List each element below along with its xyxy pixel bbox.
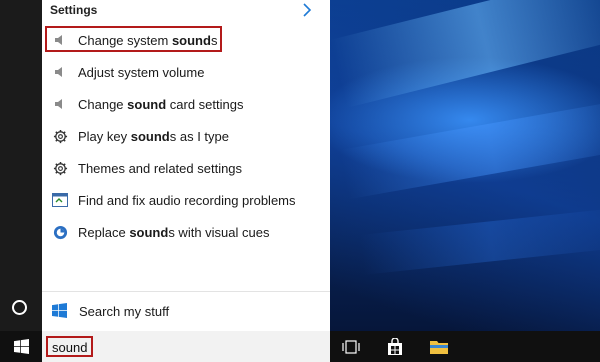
highlight-box-top-result — [45, 26, 222, 52]
result-label: Themes and related settings — [78, 160, 243, 176]
result-adjust-system-volume[interactable]: Adjust system volume — [42, 56, 330, 88]
result-label: Find and fix audio recording problems — [78, 192, 296, 208]
gear-icon — [52, 160, 68, 176]
task-view-icon[interactable] — [342, 338, 360, 356]
result-label: Replace sounds with visual cues — [78, 224, 270, 240]
search-my-stuff-label: Search my stuff — [79, 303, 170, 319]
wallpaper-light-beam — [330, 0, 600, 108]
speaker-icon — [52, 64, 68, 80]
section-header-settings[interactable]: Settings — [50, 0, 322, 20]
result-label: Change sound card settings — [78, 96, 244, 112]
windows-logo-icon — [13, 339, 29, 354]
result-change-sound-card-settings[interactable]: Change sound card settings — [42, 88, 330, 120]
store-icon[interactable] — [386, 338, 404, 356]
section-header-label: Settings — [50, 3, 98, 17]
result-themes-and-related-settings[interactable]: Themes and related settings — [42, 152, 330, 184]
result-find-and-fix-audio-recording[interactable]: Find and fix audio recording problems — [42, 184, 330, 216]
start-side-rail — [0, 0, 42, 331]
ease-of-access-icon — [52, 224, 68, 240]
speaker-icon — [52, 96, 68, 112]
wallpaper-light-beam — [360, 207, 600, 275]
result-label: Play key sounds as I type — [78, 128, 229, 144]
result-play-key-sounds[interactable]: Play key sounds as I type — [42, 120, 330, 152]
troubleshoot-icon — [52, 192, 68, 208]
gear-icon — [52, 128, 68, 144]
cortana-icon[interactable] — [12, 300, 27, 315]
search-input[interactable]: sound — [46, 336, 94, 357]
search-my-stuff-button[interactable]: Search my stuff — [42, 295, 330, 327]
taskbar-search-box[interactable]: sound — [42, 331, 330, 362]
search-results-panel: Settings Change system sounds Adjust sys… — [42, 0, 330, 331]
divider — [42, 291, 330, 292]
windows-logo-icon — [52, 303, 68, 319]
file-explorer-icon[interactable] — [430, 338, 448, 356]
chevron-right-icon[interactable] — [300, 2, 314, 18]
wallpaper-light-beam — [340, 97, 600, 200]
result-replace-sounds-with-visual-cues[interactable]: Replace sounds with visual cues — [42, 216, 330, 248]
start-button[interactable] — [0, 331, 42, 362]
taskbar: sound — [0, 331, 600, 362]
result-label: Adjust system volume — [78, 64, 205, 80]
